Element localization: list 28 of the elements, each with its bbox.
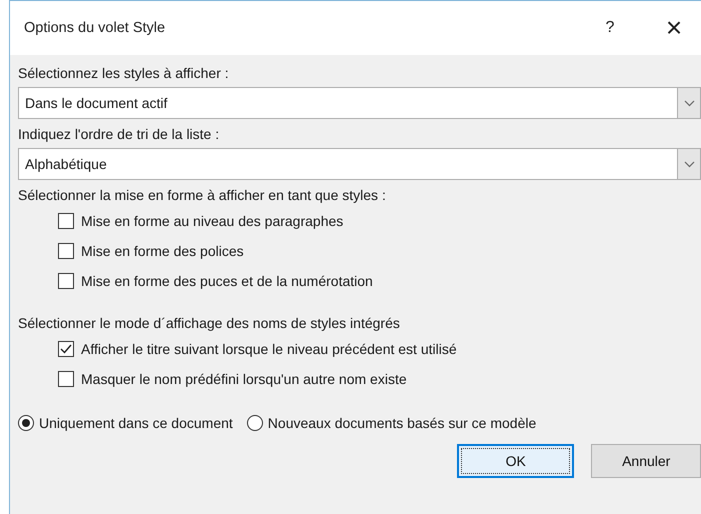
checkbox-label[interactable]: Mise en forme des puces et de la numérotation bbox=[81, 273, 373, 289]
group-label: Sélectionner la mise en forme à afficher en tant que styles : bbox=[18, 186, 387, 205]
checkbox[interactable] bbox=[58, 371, 74, 387]
checkbox[interactable] bbox=[58, 243, 74, 259]
chevron-down-icon bbox=[684, 100, 694, 106]
checkbox-label[interactable]: Masquer le nom prédéfini lorsqu'un autre nom existe bbox=[81, 371, 407, 387]
group-label: Sélectionner le mode d´affichage des noms de styles intégrés bbox=[18, 314, 401, 333]
radio-button[interactable] bbox=[18, 415, 34, 431]
styles-dropdown[interactable]: Dans le document actif bbox=[18, 87, 701, 119]
checkbox[interactable] bbox=[58, 341, 74, 357]
checkbox[interactable] bbox=[58, 273, 74, 289]
check-icon bbox=[60, 344, 72, 354]
checkbox-label[interactable]: Afficher le titre suivant lorsque le niveau précédent est utilisé bbox=[81, 341, 457, 357]
field-label: Sélectionnez les styles à afficher : bbox=[18, 64, 230, 83]
checkbox[interactable] bbox=[58, 213, 74, 229]
radio-label[interactable]: Uniquement dans ce document bbox=[39, 415, 233, 431]
checkbox-label[interactable]: Mise en forme des polices bbox=[81, 243, 244, 259]
close-button[interactable]: × bbox=[649, 8, 699, 48]
ok-button[interactable]: OK bbox=[457, 444, 574, 478]
checkbox-label[interactable]: Mise en forme au niveau des paragraphes bbox=[81, 213, 344, 229]
sort-order-dropdown[interactable]: Alphabétique bbox=[18, 148, 701, 180]
radio-button[interactable] bbox=[246, 415, 263, 431]
field-label: Indiquez l'ordre de tri de la liste : bbox=[18, 125, 220, 144]
help-button[interactable]: ? bbox=[585, 8, 635, 48]
radio-label[interactable]: Nouveaux documents basés sur ce modèle bbox=[268, 415, 536, 431]
cancel-button[interactable]: Annuler bbox=[591, 444, 701, 478]
window-title: Options du volet Style bbox=[24, 20, 166, 36]
chevron-down-icon bbox=[684, 160, 694, 168]
